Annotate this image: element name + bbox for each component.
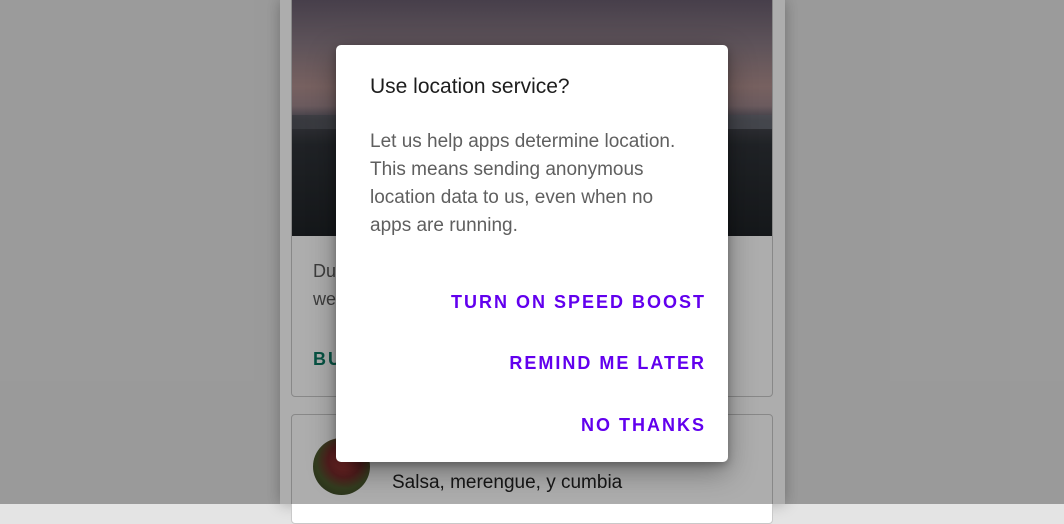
turn-on-speed-boost-button[interactable]: TURN ON SPEED BOOST <box>451 292 706 313</box>
no-thanks-button[interactable]: NO THANKS <box>581 415 706 436</box>
dialog-title: Use location service? <box>370 75 570 98</box>
remind-me-later-button[interactable]: REMIND ME LATER <box>509 353 706 374</box>
dialog-body: Let us help apps determine location. Thi… <box>370 131 676 236</box>
location-service-dialog: Use location service? Let us help apps d… <box>336 45 728 462</box>
